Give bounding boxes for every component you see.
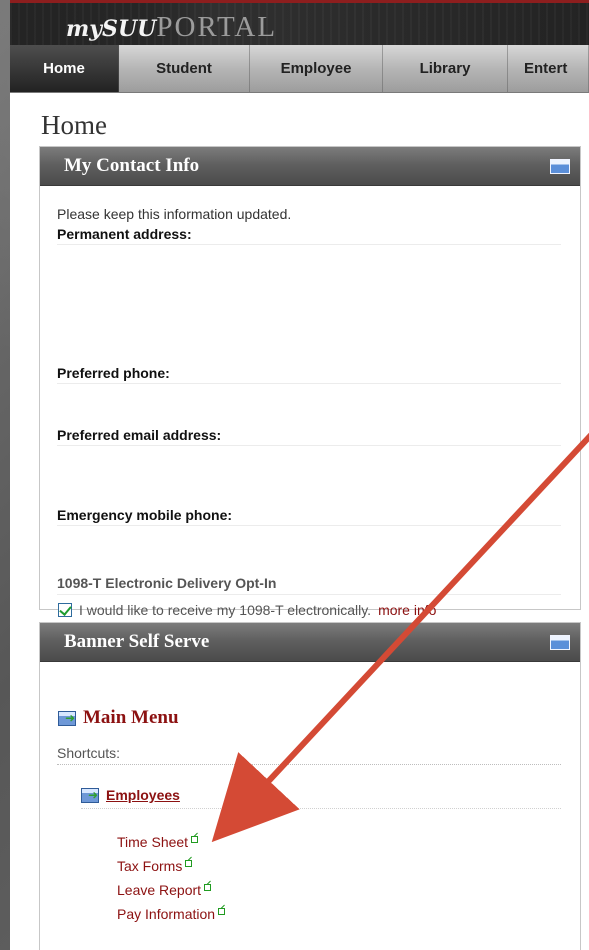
- opt-in-checkbox[interactable]: [58, 603, 72, 617]
- main-navigation: Home Student Employee Library Entert: [10, 45, 589, 93]
- banner-panel-body: Main Menu Shortcuts: Employees Time Shee…: [40, 662, 580, 950]
- tab-library[interactable]: Library: [383, 45, 508, 92]
- tax-forms-link[interactable]: Tax Forms: [117, 858, 182, 874]
- employees-link[interactable]: Employees: [106, 787, 180, 803]
- list-item: Time Sheet: [117, 830, 225, 854]
- contact-intro-text: Please keep this information updated.: [57, 206, 292, 222]
- leave-report-link[interactable]: Leave Report: [117, 882, 201, 898]
- contact-panel-header: My Contact Info: [40, 147, 580, 186]
- tab-employee[interactable]: Employee: [250, 45, 383, 92]
- external-link-icon: [191, 835, 199, 843]
- banner-self-serve-panel: Banner Self Serve Main Menu Shortcuts: E…: [39, 622, 581, 950]
- banner-panel-header: Banner Self Serve: [40, 623, 580, 662]
- pay-information-link[interactable]: Pay Information: [117, 906, 215, 922]
- portal-logo-suffix: PORTAL: [156, 11, 278, 43]
- contact-panel-body: Please keep this information updated. Pe…: [40, 186, 580, 618]
- window-icon[interactable]: [550, 159, 570, 174]
- main-menu-row[interactable]: Main Menu: [58, 707, 179, 729]
- tab-student[interactable]: Student: [119, 45, 250, 92]
- menu-arrow-icon: [58, 710, 76, 726]
- delivery-opt-in-row: I would like to receive my 1098-T electr…: [58, 602, 436, 618]
- menu-arrow-icon: [81, 787, 99, 803]
- list-item: Tax Forms: [117, 854, 225, 878]
- employee-shortcut-list: Time Sheet Tax Forms Leave Report Pay In…: [117, 830, 226, 926]
- portal-header: mySUUPORTAL: [10, 0, 589, 45]
- delivery-opt-in-title: 1098-T Electronic Delivery Opt-In: [57, 575, 561, 595]
- tab-entertainment[interactable]: Entert: [508, 45, 589, 92]
- external-link-icon: [185, 859, 193, 867]
- portal-logo-prefix: mySUU: [66, 16, 157, 42]
- more-info-link[interactable]: more info: [378, 602, 436, 618]
- time-sheet-link[interactable]: Time Sheet: [117, 834, 188, 850]
- contact-panel-title: My Contact Info: [64, 155, 200, 176]
- external-link-icon: [204, 883, 212, 891]
- preferred-phone-label: Preferred phone:: [57, 365, 561, 384]
- tab-home[interactable]: Home: [10, 45, 119, 92]
- portal-window: mySUUPORTAL Home Student Employee Librar…: [10, 0, 589, 950]
- list-item: Leave Report: [117, 878, 225, 902]
- opt-in-text: I would like to receive my 1098-T electr…: [79, 602, 372, 618]
- list-item: Pay Information: [117, 902, 226, 926]
- permanent-address-label: Permanent address:: [57, 226, 561, 245]
- portal-logo: mySUUPORTAL: [66, 11, 277, 44]
- contact-info-panel: My Contact Info Please keep this informa…: [39, 146, 581, 618]
- external-link-icon: [218, 907, 226, 915]
- window-icon[interactable]: [550, 635, 570, 650]
- employees-row[interactable]: Employees: [81, 787, 561, 809]
- banner-panel-title: Banner Self Serve: [64, 631, 210, 652]
- preferred-email-label: Preferred email address:: [57, 427, 561, 446]
- emergency-phone-label: Emergency mobile phone:: [57, 507, 561, 526]
- shortcuts-label: Shortcuts:: [57, 745, 561, 765]
- main-menu-title[interactable]: Main Menu: [83, 707, 179, 729]
- screenshot-background: mySUUPORTAL Home Student Employee Librar…: [0, 0, 589, 950]
- page-title: Home: [41, 110, 107, 140]
